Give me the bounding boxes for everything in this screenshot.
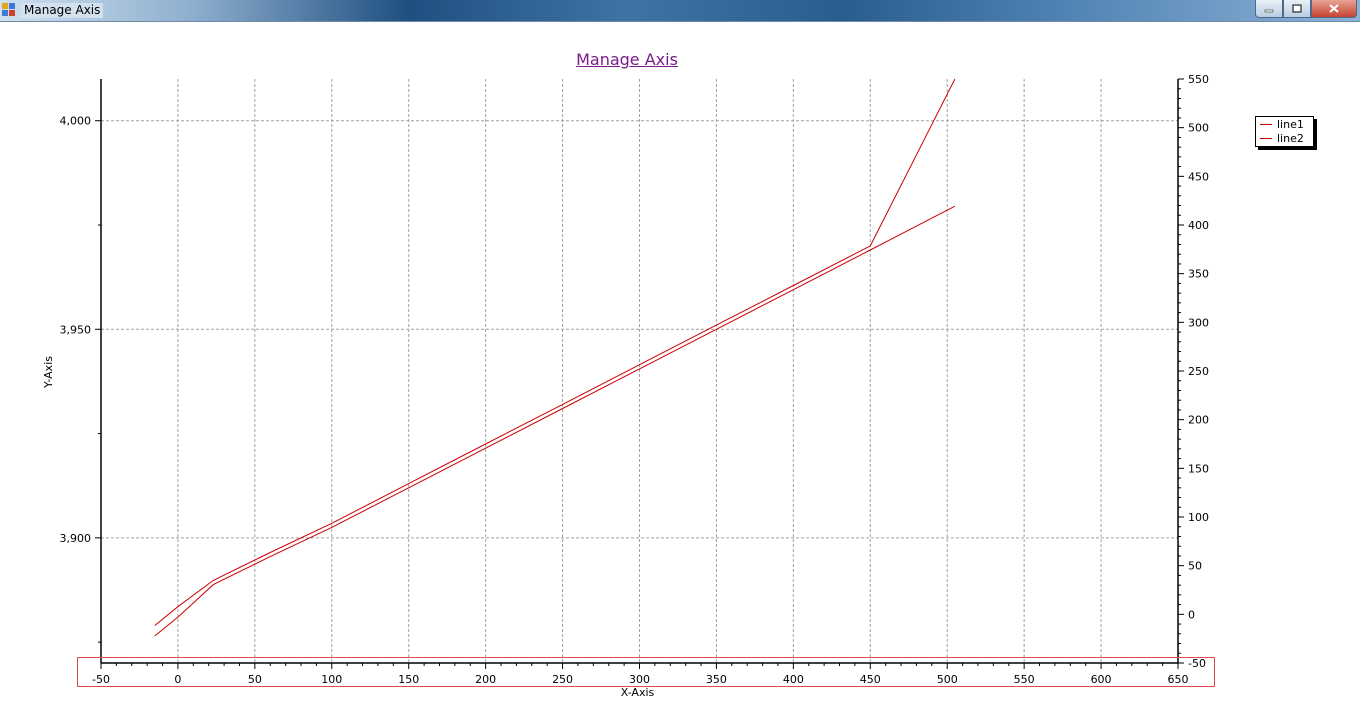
x-axis-label: X-Axis [621,686,655,699]
legend-item: line2 [1256,132,1313,145]
y2-tick-label: 400 [1188,219,1209,232]
y2-tick-label: 150 [1188,462,1209,475]
y2-tick-label: 350 [1188,268,1209,281]
y2-tick-label: 500 [1188,122,1209,135]
y2-tick-label: 0 [1188,608,1195,621]
y2-tick-label: 300 [1188,316,1209,329]
legend-swatch-line1 [1260,124,1272,125]
y2-tick-label: 450 [1188,170,1209,183]
series-layer [154,79,956,637]
y-tick-label: 3,900 [60,532,92,545]
y2-tick-label: 200 [1188,414,1209,427]
chart-area: -50 0 50 100 150 200 250 300 350 400 450 500 550 600 6… [42,73,1209,699]
y2-tick-label: 550 [1188,73,1209,86]
series-line-line1 [154,205,956,637]
y-axis-label: Y-Axis [42,356,55,389]
grid-layer [101,79,1179,663]
legend-label-line1: line1 [1277,118,1304,131]
y-tick-label: 4,000 [60,115,92,128]
legend-label-line2: line2 [1277,132,1304,145]
y2-tick-label: 50 [1188,560,1202,573]
legend-swatch-line2 [1260,138,1272,139]
labels-layer: -50 0 50 100 150 200 250 300 350 400 450 500 550 600 6… [42,73,1209,699]
legend: line1 line2 [1255,116,1314,147]
x-axis-highlight-box [77,657,1215,687]
y2-tick-label: 250 [1188,365,1209,378]
y2-tick-label: 100 [1188,511,1209,524]
series-line-line2 [154,79,956,626]
legend-item: line1 [1256,118,1313,131]
y-tick-label: 3,950 [60,323,92,336]
